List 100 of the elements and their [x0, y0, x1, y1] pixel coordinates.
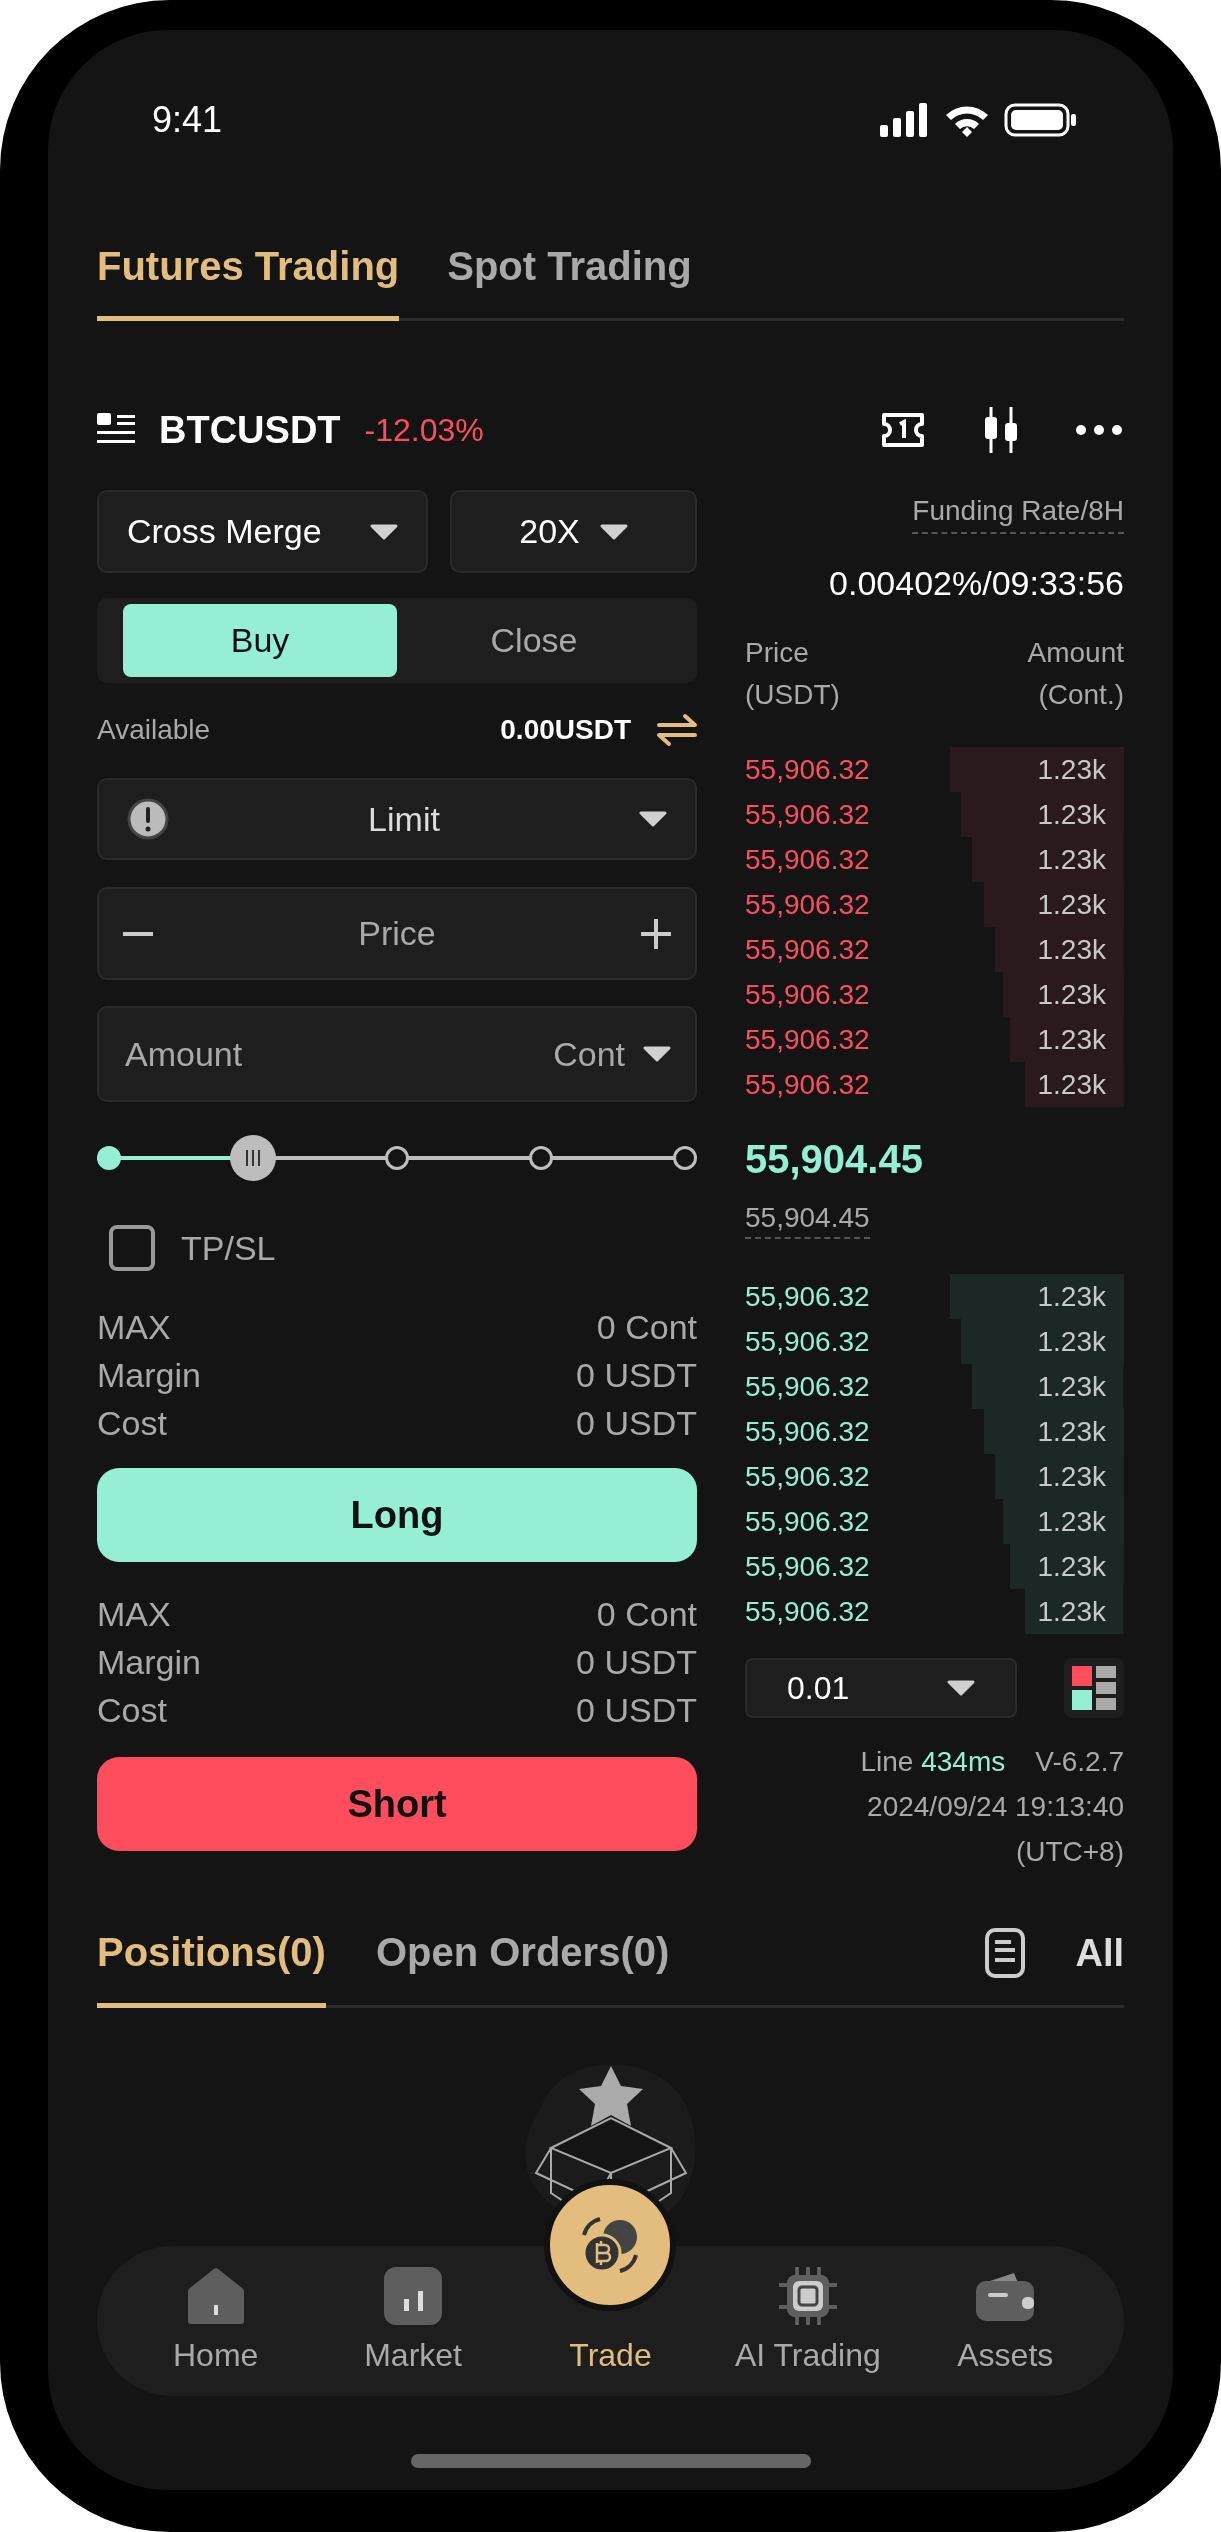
order-amount: 1.23k	[1037, 1370, 1107, 1403]
order-amount: 1.23k	[1037, 1460, 1107, 1493]
version-text: V-6.2.7	[1035, 1745, 1124, 1778]
margin-mode-select[interactable]: Cross Merge	[97, 490, 429, 573]
order-price: 55,906.32	[745, 843, 870, 876]
short-button[interactable]: Short	[97, 1757, 697, 1851]
caret-icon	[947, 1680, 975, 1696]
filter-all[interactable]: All	[1075, 1931, 1124, 1975]
slider-thumb[interactable]	[230, 1135, 276, 1181]
stat-value: 0 Cont	[596, 1307, 697, 1347]
leverage-select[interactable]: 20X	[450, 490, 697, 573]
order-amount: 1.23k	[1037, 1595, 1107, 1628]
order-price: 55,906.32	[745, 1023, 870, 1056]
order-amount: 1.23k	[1037, 753, 1107, 786]
order-row[interactable]: 55,906.32 1.23k	[745, 1499, 1124, 1544]
order-price: 55,906.32	[745, 1325, 870, 1358]
nav-item[interactable]: Market	[323, 2265, 504, 2374]
order-amount: 1.23k	[1037, 798, 1107, 831]
latency-text: Line 434ms	[860, 1745, 1006, 1778]
price-field[interactable]: Price	[97, 887, 697, 980]
order-price: 55,906.32	[745, 978, 870, 1011]
order-row[interactable]: 55,906.32 1.23k	[745, 1062, 1124, 1107]
stat-value: 0 USDT	[576, 1355, 697, 1395]
stat-value: 0 USDT	[576, 1403, 697, 1443]
orders-tab[interactable]: Open Orders(0)	[375, 1901, 670, 2008]
nav-item[interactable]: Assets	[915, 2265, 1096, 2374]
order-row[interactable]: 55,906.32 1.23k	[745, 972, 1124, 1017]
order-amount: 1.23k	[1037, 1415, 1107, 1448]
last-price: 55,904.45	[745, 1137, 924, 1183]
slider-stop[interactable]	[97, 1146, 121, 1170]
order-row[interactable]: 55,906.32 1.23k	[745, 837, 1124, 882]
available-value: 0.00USDT	[500, 714, 631, 746]
order-amount: 1.23k	[1037, 1068, 1107, 1101]
status-time: 9:41	[152, 99, 223, 141]
nav-item[interactable]: Trade	[520, 2179, 701, 2374]
price-input[interactable]: Price	[169, 913, 625, 954]
order-row[interactable]: 55,906.32 1.23k	[745, 1364, 1124, 1409]
order-row[interactable]: 55,906.32 1.23k	[745, 1274, 1124, 1319]
mark-price: 55,904.45	[745, 1199, 870, 1239]
order-row[interactable]: 55,906.32 1.23k	[745, 1017, 1124, 1062]
book-layout-icon[interactable]	[1064, 1658, 1124, 1718]
order-row[interactable]: 55,906.32 1.23k	[745, 792, 1124, 837]
stat-value: 0 Cont	[596, 1594, 697, 1634]
order-price: 55,906.32	[745, 1460, 870, 1493]
long-button[interactable]: Long	[97, 1468, 697, 1562]
timestamp: 2024/09/24 19:13:40	[867, 1790, 1124, 1823]
order-row[interactable]: 55,906.32 1.23k	[745, 747, 1124, 792]
order-amount: 1.23k	[1037, 1505, 1107, 1538]
order-price: 55,906.32	[745, 1280, 870, 1313]
slider-stop[interactable]	[673, 1146, 697, 1170]
column-header: Amount (Cont.)	[1027, 636, 1124, 712]
stat-label: Cost	[97, 1403, 167, 1443]
transfer-icon[interactable]	[657, 713, 697, 747]
side-tab[interactable]: Buy	[123, 604, 397, 677]
order-price: 55,906.32	[745, 1595, 870, 1628]
order-row[interactable]: 55,906.32 1.23k	[745, 1544, 1124, 1589]
order-row[interactable]: 55,906.32 1.23k	[745, 1589, 1124, 1634]
ai-chip-icon	[776, 2265, 839, 2327]
order-price: 55,906.32	[745, 1415, 870, 1448]
plus-icon[interactable]	[641, 918, 671, 949]
order-row[interactable]: 55,906.32 1.23k	[745, 1319, 1124, 1364]
stat-label: Margin	[97, 1355, 201, 1395]
signal-icon	[880, 103, 930, 137]
order-type-select[interactable]: Limit	[97, 778, 697, 860]
order-row[interactable]: 55,906.32 1.23k	[745, 1454, 1124, 1499]
symbol-name[interactable]: BTCUSDT	[159, 408, 341, 452]
slider-stop[interactable]	[529, 1146, 553, 1170]
minus-icon[interactable]	[123, 931, 153, 936]
nav-item[interactable]: Home	[125, 2265, 306, 2374]
caret-icon	[643, 1046, 671, 1062]
order-price: 55,906.32	[745, 1370, 870, 1403]
checkbox[interactable]	[109, 1225, 155, 1271]
slider-stop[interactable]	[385, 1146, 409, 1170]
stat-label: MAX	[97, 1594, 171, 1634]
unit-select[interactable]: Cont	[553, 1034, 671, 1074]
stat-value: 0 USDT	[576, 1690, 697, 1730]
order-amount: 1.23k	[1037, 1023, 1107, 1056]
order-row[interactable]: 55,906.32 1.23k	[745, 1409, 1124, 1454]
column-header: Price (USDT)	[745, 636, 840, 712]
order-price: 55,906.32	[745, 933, 870, 966]
order-row[interactable]: 55,906.32 1.23k	[745, 882, 1124, 927]
order-price: 55,906.32	[745, 753, 870, 786]
side-tab[interactable]: Close	[397, 604, 671, 677]
market-tab[interactable]: Spot Trading	[447, 186, 692, 321]
checkbox-label: TP/SL	[181, 1228, 276, 1268]
battery-icon	[1004, 103, 1078, 137]
precision-select[interactable]: 0.01	[745, 1658, 1017, 1718]
amount-field[interactable]: Amount Cont	[97, 1006, 697, 1102]
amount-input[interactable]: Amount	[123, 1033, 538, 1075]
order-row[interactable]: 55,906.32 1.23k	[745, 927, 1124, 972]
order-amount: 1.23k	[1037, 843, 1107, 876]
grip-icon	[245, 1150, 261, 1166]
orders-tab[interactable]: Positions(0)	[97, 1901, 326, 2008]
wifi-icon	[944, 103, 990, 137]
document-icon[interactable]	[985, 1928, 1026, 1978]
market-tab[interactable]: Futures Trading	[97, 186, 400, 321]
stat-label: MAX	[97, 1307, 171, 1347]
nav-item[interactable]: AI Trading	[717, 2265, 898, 2374]
order-amount: 1.23k	[1037, 888, 1107, 921]
stat-label: Cost	[97, 1690, 167, 1730]
